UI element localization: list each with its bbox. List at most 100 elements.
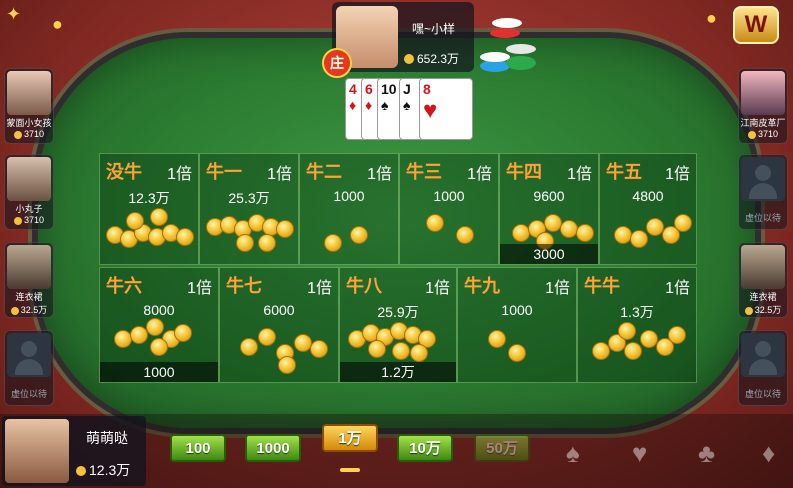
gold-coin-icon: ● — [52, 14, 63, 34]
gold-coin-icon — [560, 220, 578, 238]
bet-multiplier: 1倍 — [467, 166, 492, 183]
coin-icon — [13, 216, 22, 225]
gold-coin-icon — [278, 356, 296, 374]
bet-area-label: 牛牛 — [584, 276, 620, 296]
bet-total: 1.3万 — [620, 304, 654, 320]
heart-icon: ♥ — [632, 438, 648, 468]
gold-coin-icon — [126, 212, 144, 230]
gold-coin-icon — [674, 214, 692, 232]
bet-area-niu-niu[interactable]: 牛牛 1倍 1.3万 — [577, 267, 697, 383]
chip-button-10k[interactable]: 1万 — [322, 424, 378, 452]
empty-seat-left[interactable]: 虚位以待 — [4, 330, 54, 406]
bet-area-niu-6[interactable]: 牛六 1倍 8000 1000 — [99, 267, 219, 383]
bet-area-niu-9[interactable]: 牛九 1倍 1000 — [457, 267, 577, 383]
banker-badge: 庄 — [322, 48, 352, 78]
club-icon: ♣ — [698, 438, 716, 468]
bet-area-label: 牛四 — [506, 162, 542, 182]
selected-chip-indicator — [340, 468, 360, 472]
bet-multiplier: 1倍 — [567, 166, 592, 183]
gold-coin-icon — [668, 326, 686, 344]
chip — [506, 56, 536, 70]
bet-area-niu-3[interactable]: 牛三 1倍 1000 — [399, 153, 499, 265]
avatar — [7, 157, 51, 201]
gold-coin-icon — [392, 342, 410, 360]
gold-coin-icon — [240, 338, 258, 356]
gold-coin-icon — [150, 338, 168, 356]
chip-stacks — [480, 16, 540, 78]
gold-coin-icon — [310, 340, 328, 358]
empty-seat-right[interactable]: 虚位以待 — [738, 154, 788, 230]
player-name: 蒙面小女孩 — [6, 118, 52, 128]
player-seat-left-2[interactable]: 小丸子 3710 — [4, 154, 54, 230]
bet-area-label: 牛七 — [226, 276, 262, 296]
bet-area-niu-5[interactable]: 牛五 1倍 4800 — [599, 153, 697, 265]
gold-coin-icon — [236, 234, 254, 252]
my-bet-amount: 1.2万 — [340, 362, 456, 382]
bet-area-label: 牛九 — [464, 276, 500, 296]
bet-area-label: 牛八 — [346, 276, 382, 296]
gold-coin-icon — [150, 208, 168, 226]
chip-button-100k[interactable]: 10万 — [397, 434, 453, 462]
empty-avatar-icon — [741, 333, 785, 377]
gold-coin-icon — [630, 230, 648, 248]
banker-money: 652.3万 — [404, 50, 459, 67]
bet-multiplier: 1倍 — [307, 280, 332, 297]
banker-cards: 4 ♦ 6 ♦ 10 ♠ J ♠ 8 ♥ — [345, 78, 473, 140]
bet-total: 6000 — [263, 302, 295, 318]
player-money: 3710 — [5, 129, 53, 139]
bet-area-niu-7[interactable]: 牛七 1倍 6000 — [219, 267, 339, 383]
player-seat-right-1[interactable]: 江南皮革厂 3710 — [738, 68, 788, 144]
bet-total: 25.9万 — [377, 304, 419, 320]
player-money: 32.5万 — [739, 303, 787, 316]
bet-multiplier: 1倍 — [167, 166, 192, 183]
gold-coin-icon: ● — [706, 8, 717, 28]
chip-button-100[interactable]: 100 — [170, 434, 226, 462]
player-seat-left-3[interactable]: 连衣裙 32.5万 — [4, 242, 54, 318]
empty-seat-right[interactable]: 虚位以待 — [738, 330, 788, 406]
empty-seat-label: 虚位以待 — [10, 389, 47, 399]
avatar — [7, 71, 51, 115]
gold-coin-icon — [258, 234, 276, 252]
chip-button-500k[interactable]: 50万 — [474, 434, 530, 462]
game-logo: W — [733, 6, 779, 44]
player-seat-right-3[interactable]: 连衣裙 32.5万 — [738, 242, 788, 318]
player-name: 连衣裙 — [749, 292, 777, 302]
bet-area-niu-8[interactable]: 牛八 1倍 25.9万 1.2万 — [339, 267, 457, 383]
bet-area-mei-niu[interactable]: 没牛 1倍 12.3万 — [99, 153, 199, 265]
gold-coin-icon — [258, 328, 276, 346]
bet-area-niu-2[interactable]: 牛二 1倍 1000 — [299, 153, 399, 265]
bet-area-label: 牛六 — [106, 276, 142, 296]
bet-area-niu-4[interactable]: 牛四 1倍 9600 3000 — [499, 153, 599, 265]
bet-multiplier: 1倍 — [367, 166, 392, 183]
diamond-icon: ♦ — [762, 438, 776, 468]
bet-area-label: 没牛 — [106, 162, 142, 182]
playing-card: 8 ♥ — [419, 78, 473, 140]
bet-multiplier: 1倍 — [665, 166, 690, 183]
bet-area-label: 牛五 — [606, 162, 642, 182]
coin-icon — [76, 466, 86, 476]
gold-coin-icon — [618, 322, 636, 340]
bet-multiplier: 1倍 — [665, 280, 690, 297]
bet-area-label: 牛一 — [206, 162, 242, 182]
empty-avatar-icon — [741, 157, 785, 201]
chip-button-1000[interactable]: 1000 — [245, 434, 301, 462]
spade-icon: ♠ — [566, 438, 580, 468]
banker-money-value: 652.3万 — [417, 52, 460, 66]
gold-coin-icon — [350, 226, 368, 244]
my-profile-panel[interactable]: 萌萌哒 12.3万 — [2, 416, 146, 486]
chip — [490, 28, 520, 38]
avatar — [741, 245, 785, 289]
banker-panel[interactable]: 嘿~小样 652.3万 — [332, 2, 474, 72]
player-seat-left-1[interactable]: 蒙面小女孩 3710 — [4, 68, 54, 144]
betting-grid: 没牛 1倍 12.3万 牛一 1倍 25.3万 牛二 1倍 1000 牛三 1倍… — [99, 153, 697, 383]
coin-icon — [404, 54, 414, 64]
chip — [492, 18, 522, 28]
gold-coin-icon — [174, 324, 192, 342]
bet-total: 1000 — [433, 188, 465, 204]
bet-multiplier: 1倍 — [425, 280, 450, 297]
gold-coin-icon — [614, 226, 632, 244]
coin-icon — [744, 306, 753, 315]
bet-area-label: 牛三 — [406, 162, 442, 182]
bet-area-niu-1[interactable]: 牛一 1倍 25.3万 — [199, 153, 299, 265]
player-money: 32.5万 — [5, 303, 53, 316]
